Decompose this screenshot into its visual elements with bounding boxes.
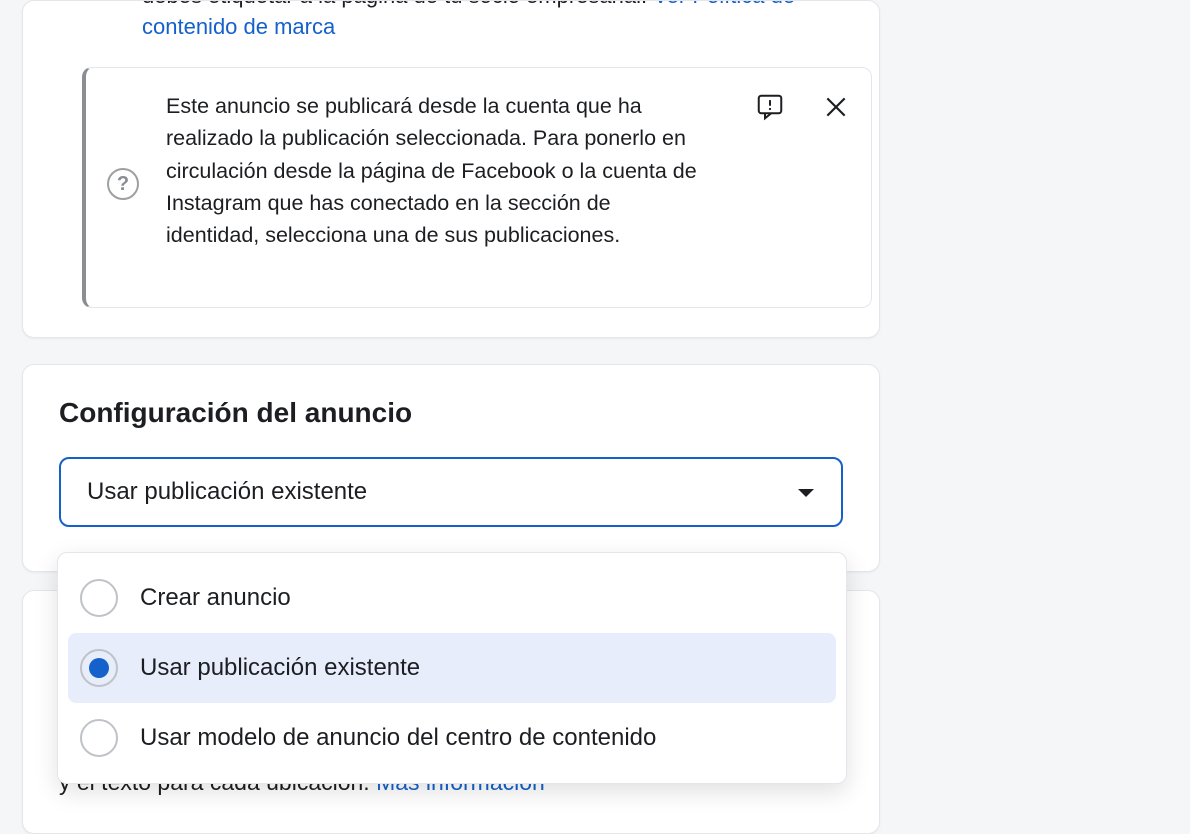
- close-icon[interactable]: [821, 92, 851, 122]
- option-label: Crear anuncio: [140, 584, 291, 612]
- option-label: Usar publicación existente: [140, 654, 420, 682]
- help-icon: ?: [107, 168, 139, 200]
- radio-icon: [80, 579, 118, 617]
- ad-config-card: Configuración del anuncio Usar publicaci…: [22, 364, 880, 572]
- info-banner-text: Este anuncio se publicará desde la cuent…: [166, 90, 706, 251]
- option-create-ad[interactable]: Crear anuncio: [68, 563, 836, 633]
- option-label: Usar modelo de anuncio del centro de con…: [140, 724, 656, 752]
- info-banner: ? Este anuncio se publicará desde la cue…: [82, 67, 872, 308]
- option-use-template[interactable]: Usar modelo de anuncio del centro de con…: [68, 703, 836, 773]
- info-banner-actions: [755, 92, 851, 122]
- chevron-down-icon: [797, 478, 815, 506]
- ad-setup-dropdown-value: Usar publicación existente: [87, 478, 367, 506]
- brand-content-text: debes etiquetar a la página de tu socio …: [142, 0, 862, 43]
- radio-icon: [80, 719, 118, 757]
- ad-config-title: Configuración del anuncio: [59, 397, 843, 429]
- ad-setup-dropdown-panel: Crear anuncio Usar publicación existente…: [57, 552, 847, 784]
- brand-content-prefix: debes etiquetar a la página de tu socio …: [142, 0, 653, 8]
- brand-content-card: debes etiquetar a la página de tu socio …: [22, 0, 880, 338]
- feedback-icon[interactable]: [755, 92, 785, 122]
- ad-setup-dropdown[interactable]: Usar publicación existente: [59, 457, 843, 527]
- option-use-existing-post[interactable]: Usar publicación existente: [68, 633, 836, 703]
- radio-icon: [80, 649, 118, 687]
